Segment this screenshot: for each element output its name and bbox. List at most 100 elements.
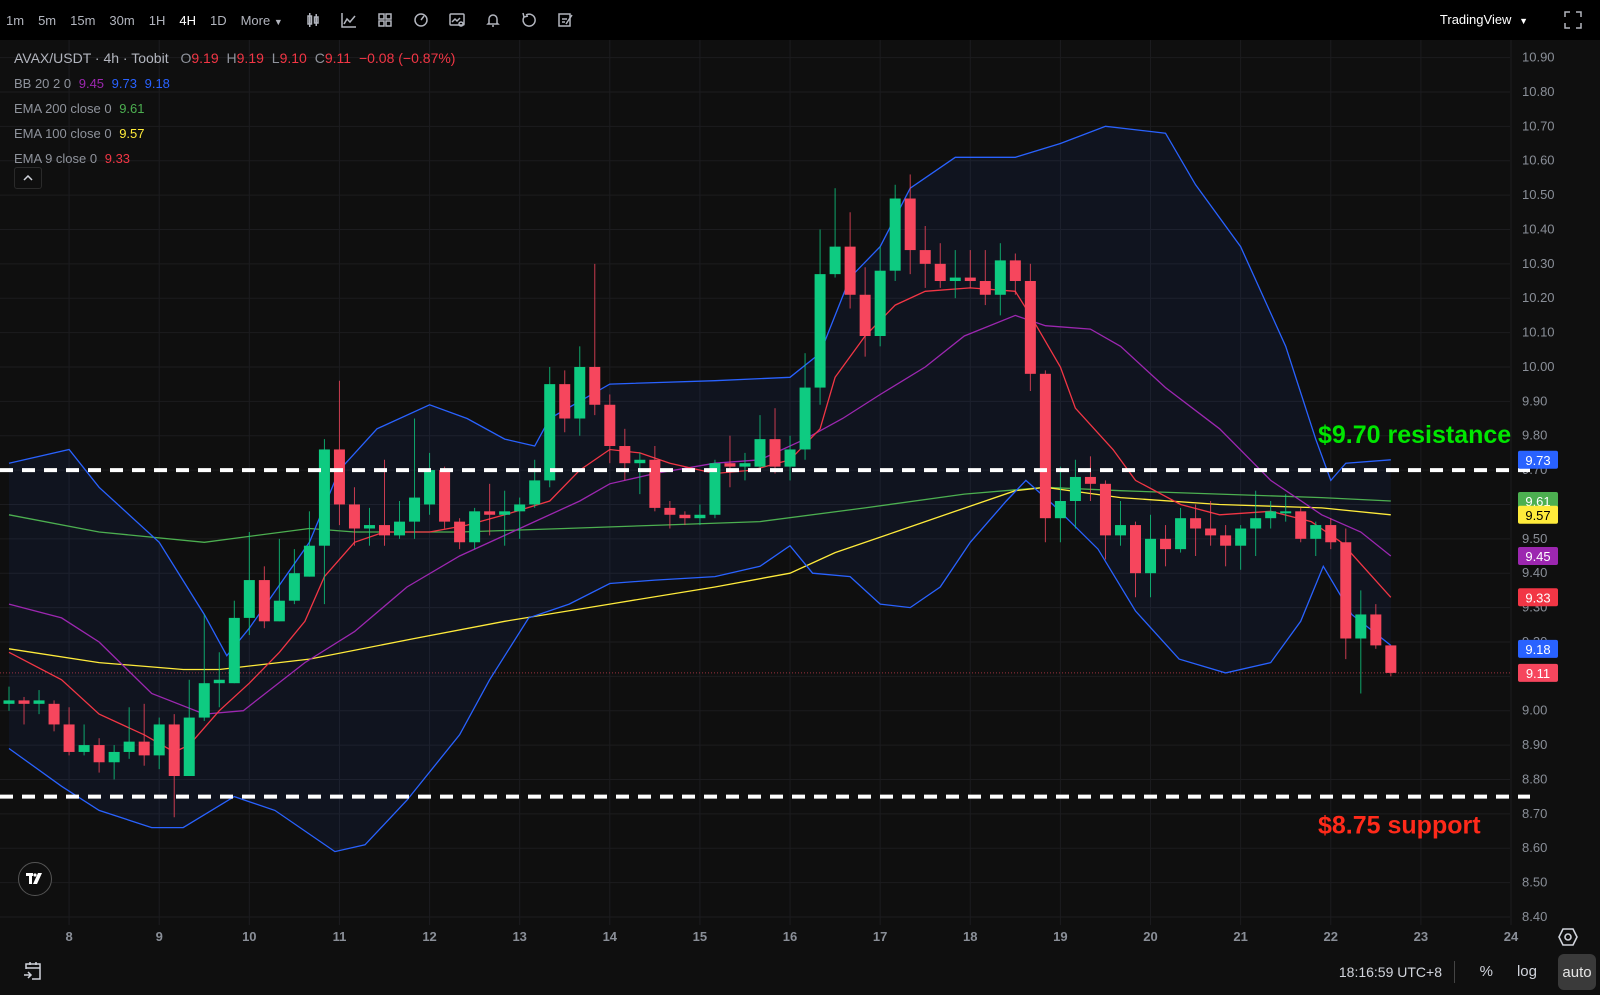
- interval-1m[interactable]: 1m: [6, 13, 24, 28]
- interval-5m[interactable]: 5m: [38, 13, 56, 28]
- interval-1d[interactable]: 1D: [210, 13, 227, 28]
- candle-body: [243, 580, 255, 618]
- close-label: C: [314, 50, 325, 66]
- candle-body: [544, 384, 556, 481]
- x-tick-label: 21: [1233, 929, 1247, 944]
- candle-body: [18, 700, 30, 704]
- candle-body: [138, 741, 150, 756]
- candle-down: [439, 466, 451, 529]
- line-chart-icon[interactable]: [340, 11, 358, 29]
- candle-body: [514, 504, 526, 512]
- ema9-label: EMA 9 close 0: [14, 151, 98, 166]
- y-tick-label: 9.50: [1522, 531, 1547, 546]
- interval-15m[interactable]: 15m: [70, 13, 95, 28]
- ema200-value: 9.61: [119, 101, 145, 116]
- replay-icon[interactable]: [412, 11, 430, 29]
- ema200-label: EMA 200 close 0: [14, 101, 112, 116]
- settings-icon[interactable]: [1557, 926, 1579, 948]
- bottom-bar: 18:16:59 UTC+8 % log auto: [0, 950, 1600, 995]
- price-badge: 9.33: [1518, 588, 1558, 607]
- more-label: More: [240, 12, 271, 28]
- chevron-up-icon: [23, 175, 33, 181]
- candle-body: [469, 511, 481, 543]
- candle-body: [574, 366, 586, 419]
- candle-body: [979, 281, 991, 295]
- y-tick-label: 10.10: [1522, 325, 1555, 340]
- x-tick-label: 15: [693, 929, 707, 944]
- candle-body: [303, 545, 315, 577]
- interval-30m[interactable]: 30m: [109, 13, 134, 28]
- candle-body: [1054, 501, 1066, 519]
- candle-body: [348, 504, 360, 529]
- candle-body: [288, 573, 300, 601]
- candle-body: [3, 700, 15, 704]
- bb-mid-value: 9.45: [78, 76, 105, 91]
- candle-body: [1069, 476, 1081, 502]
- undo-icon[interactable]: [520, 11, 538, 29]
- interval-4h[interactable]: 4H: [179, 13, 196, 28]
- symbol-title[interactable]: AVAX/USDT · 4h · Toobit: [14, 50, 169, 66]
- note-icon[interactable]: [556, 11, 574, 29]
- candle-body: [859, 294, 871, 337]
- candle-body: [213, 679, 225, 684]
- candle-body: [499, 511, 511, 515]
- candle-body: [874, 270, 886, 337]
- top-toolbar: 1m 5m 15m 30m 1H 4H 1D More ▼ TradingVie…: [0, 0, 1600, 40]
- bb-legend-row[interactable]: BB 20 2 0 9.45 9.73 9.18: [14, 71, 459, 96]
- candle-body: [33, 700, 45, 704]
- candle-body: [183, 717, 195, 777]
- y-tick-label: 10.40: [1522, 221, 1555, 236]
- go-to-date-icon[interactable]: [22, 960, 44, 982]
- candle-body: [949, 277, 961, 282]
- candle-up: [889, 184, 901, 282]
- candle-body: [409, 497, 421, 522]
- ema100-label: EMA 100 close 0: [14, 126, 112, 141]
- candle-body: [694, 514, 706, 519]
- price-badge: 9.11: [1518, 663, 1558, 682]
- chart-settings-icon[interactable]: [448, 11, 466, 29]
- tv-logo-icon: [26, 873, 42, 884]
- y-tick-label: 8.60: [1522, 840, 1547, 855]
- indicators-icon[interactable]: [376, 11, 394, 29]
- candle-body: [1235, 528, 1247, 546]
- candle-body: [1220, 535, 1232, 546]
- y-tick-label: 8.50: [1522, 875, 1547, 890]
- candle-body: [424, 470, 436, 505]
- auto-scale-toggle[interactable]: auto: [1558, 954, 1596, 990]
- fullscreen-icon[interactable]: [1564, 11, 1582, 29]
- candle-body: [1039, 373, 1051, 519]
- chart-legend: AVAX/USDT · 4h · Toobit O9.19 H9.19 L9.1…: [14, 46, 459, 171]
- y-tick-label: 9.80: [1522, 428, 1547, 443]
- percent-scale-toggle[interactable]: %: [1480, 963, 1493, 980]
- tradingview-logo[interactable]: [18, 862, 52, 896]
- alert-icon[interactable]: [484, 11, 502, 29]
- candle-body: [1310, 525, 1322, 539]
- candle-body: [1340, 542, 1352, 639]
- candle-down: [1295, 507, 1307, 543]
- collapse-legend-button[interactable]: [14, 167, 42, 189]
- change-value: −0.08 (−0.87%): [358, 50, 456, 66]
- ema200-legend-row[interactable]: EMA 200 close 0 9.61: [14, 96, 459, 121]
- price-badge: 9.18: [1518, 639, 1558, 658]
- candle-body: [1325, 525, 1337, 543]
- timezone-clock[interactable]: 18:16:59 UTC+8: [1339, 964, 1442, 980]
- candle-body: [1130, 525, 1141, 574]
- interval-1h[interactable]: 1H: [149, 13, 166, 28]
- candles-icon[interactable]: [304, 11, 322, 29]
- candle-body: [318, 449, 330, 546]
- ema9-legend-row[interactable]: EMA 9 close 0 9.33: [14, 146, 459, 171]
- candle-body: [1250, 518, 1262, 529]
- symbol-row: AVAX/USDT · 4h · Toobit O9.19 H9.19 L9.1…: [14, 46, 459, 71]
- log-scale-toggle[interactable]: log: [1517, 963, 1537, 980]
- y-tick-label: 9.90: [1522, 393, 1547, 408]
- more-intervals-dropdown[interactable]: More ▼: [241, 13, 283, 28]
- bb-label: BB 20 2 0: [14, 76, 72, 91]
- low-label: L: [271, 50, 280, 66]
- tradingview-menu[interactable]: TradingView ▼: [1440, 12, 1528, 27]
- ema100-legend-row[interactable]: EMA 100 close 0 9.57: [14, 121, 459, 146]
- y-tick-label: 10.70: [1522, 118, 1555, 133]
- candle-body: [1280, 511, 1292, 514]
- x-tick-label: 9: [156, 929, 163, 944]
- x-tick-label: 10: [242, 929, 256, 944]
- candle-body: [1160, 538, 1172, 550]
